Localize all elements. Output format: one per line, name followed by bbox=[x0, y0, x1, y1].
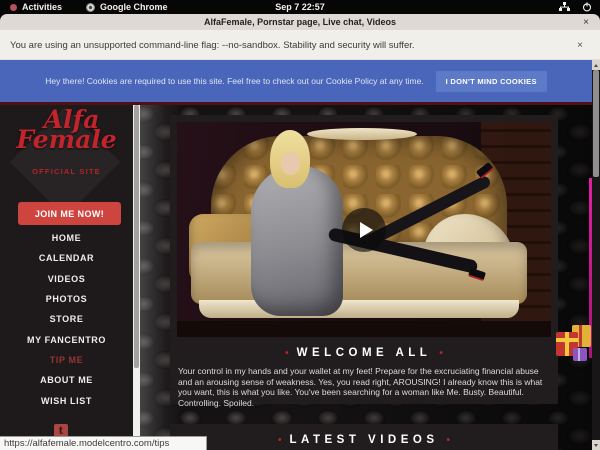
sidebar-item-photos[interactable]: PHOTOS bbox=[0, 289, 133, 309]
heading-dot-icon: • bbox=[285, 348, 289, 359]
gnome-top-bar: Activities Google Chrome Sep 7 22:57 bbox=[0, 0, 600, 14]
official-site-tagline: OFFICIAL SITE bbox=[0, 167, 133, 176]
gift-tip-widget[interactable] bbox=[556, 322, 592, 362]
sidebar-item-videos[interactable]: VIDEOS bbox=[0, 269, 133, 289]
window-title: AlfaFemale, Pornstar page, Live chat, Vi… bbox=[0, 14, 600, 30]
welcome-heading: • WELCOME ALL • bbox=[170, 347, 558, 359]
play-button[interactable] bbox=[342, 208, 386, 252]
welcome-paragraph: Your control in my hands and your wallet… bbox=[178, 366, 552, 409]
scroll-up-icon bbox=[594, 64, 598, 67]
status-url-tooltip: https://alfafemale.modelcentro.com/tips bbox=[0, 436, 207, 450]
sidebar-item-about-me[interactable]: ABOUT ME bbox=[0, 370, 133, 390]
play-icon bbox=[360, 222, 373, 238]
sidebar-nav: HOME CALENDAR VIDEOS PHOTOS STORE MY FAN… bbox=[0, 228, 133, 411]
video-floor bbox=[177, 321, 551, 337]
gift-icon-purple bbox=[573, 348, 587, 361]
latest-videos-heading: • LATEST VIDEOS • bbox=[170, 434, 558, 446]
flag-message: You are using an unsupported command-lin… bbox=[10, 30, 415, 60]
cookie-banner: Hey there! Cookies are required to use t… bbox=[0, 60, 592, 102]
cookie-accept-button[interactable]: I DON'T MIND COOKIES bbox=[436, 71, 547, 92]
infobar-close-icon[interactable]: × bbox=[574, 39, 586, 51]
heading-dot-icon: • bbox=[439, 348, 443, 359]
gift-bow-icon bbox=[563, 338, 571, 343]
video-player[interactable] bbox=[177, 122, 551, 337]
cookie-message: Hey there! Cookies are required to use t… bbox=[45, 76, 423, 86]
screen: Activities Google Chrome Sep 7 22:57 Alf… bbox=[0, 0, 600, 450]
sidebar-item-tip-me[interactable]: TIP ME bbox=[0, 350, 133, 370]
heading-dot-icon: • bbox=[278, 435, 282, 446]
page-scrollbar[interactable] bbox=[592, 60, 600, 450]
logo-line-2: Female bbox=[0, 127, 133, 153]
power-icon[interactable] bbox=[582, 2, 592, 12]
window-close-icon[interactable]: × bbox=[580, 16, 592, 28]
scroll-down-button[interactable] bbox=[592, 440, 600, 450]
clock[interactable]: Sep 7 22:57 bbox=[0, 0, 600, 14]
sidebar-item-wish-list[interactable]: WISH LIST bbox=[0, 390, 133, 410]
sidebar: Alfa Female OFFICIAL SITE JOIN ME NOW! H… bbox=[0, 105, 133, 450]
sidebar-scrollbar[interactable] bbox=[133, 105, 140, 450]
page-scrollbar-thumb[interactable] bbox=[593, 70, 599, 177]
network-icon[interactable] bbox=[559, 2, 570, 12]
model-face bbox=[281, 152, 300, 175]
couch-crest bbox=[307, 128, 417, 140]
system-tray bbox=[559, 0, 592, 14]
latest-videos-title: LATEST VIDEOS bbox=[289, 434, 438, 446]
sidebar-item-store[interactable]: STORE bbox=[0, 309, 133, 329]
sidebar-item-my-fancentro[interactable]: MY FANCENTRO bbox=[0, 329, 133, 349]
flag-infobar: You are using an unsupported command-lin… bbox=[0, 30, 600, 60]
site-logo[interactable]: Alfa Female bbox=[0, 107, 133, 153]
model-fur-coat bbox=[251, 166, 343, 316]
window-title-bar[interactable]: AlfaFemale, Pornstar page, Live chat, Vi… bbox=[0, 14, 600, 30]
scroll-down-icon bbox=[594, 444, 598, 447]
sidebar-item-home[interactable]: HOME bbox=[0, 228, 133, 248]
welcome-title: WELCOME ALL bbox=[297, 347, 432, 359]
welcome-card: • WELCOME ALL • Your control in my hands… bbox=[170, 115, 558, 404]
sidebar-item-calendar[interactable]: CALENDAR bbox=[0, 248, 133, 268]
join-me-now-button[interactable]: JOIN ME NOW! bbox=[18, 202, 121, 225]
couch-base bbox=[199, 300, 519, 318]
heading-dot-icon: • bbox=[447, 435, 451, 446]
scroll-up-button[interactable] bbox=[592, 60, 600, 70]
latest-videos-card: • LATEST VIDEOS • bbox=[170, 424, 558, 450]
sidebar-scrollbar-thumb[interactable] bbox=[134, 105, 139, 368]
